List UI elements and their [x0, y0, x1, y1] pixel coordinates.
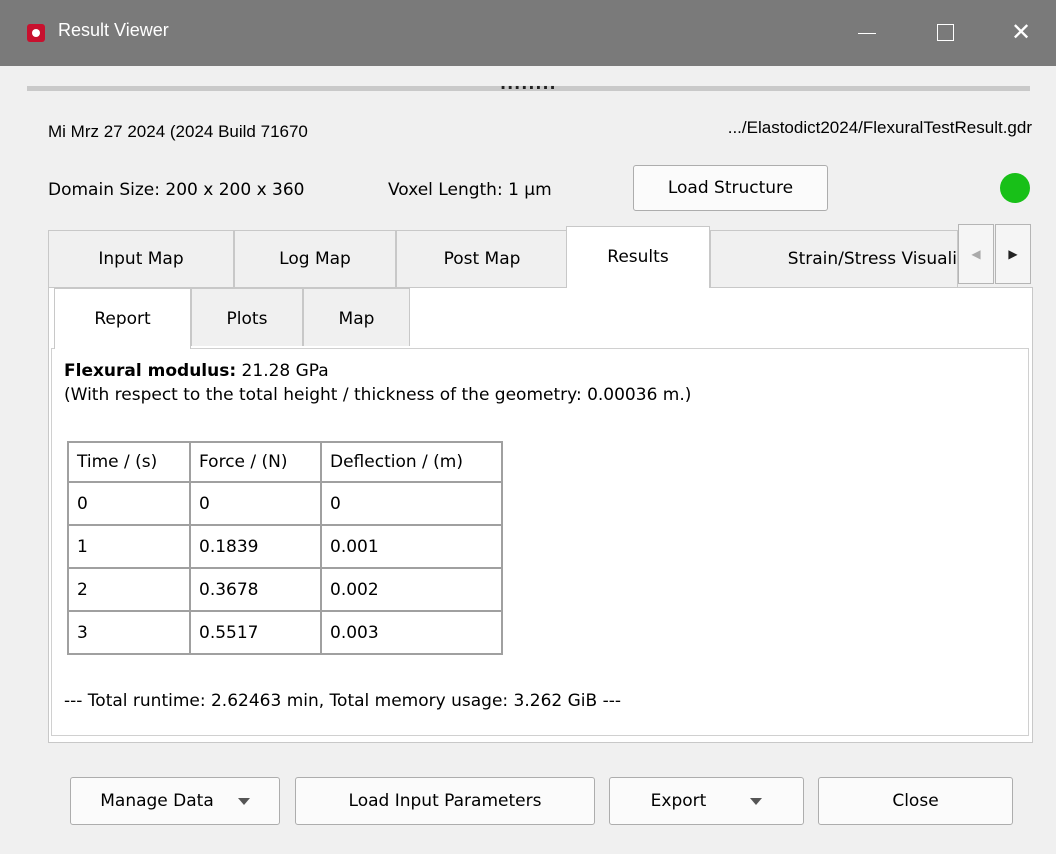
table-row: 3 0.5517 0.003 — [67, 610, 503, 655]
load-input-parameters-button[interactable]: Load Input Parameters — [295, 777, 595, 825]
modulus-label: Flexural modulus: — [64, 361, 237, 381]
file-path-label: .../Elastodict2024/FlexuralTestResult.gd… — [727, 118, 1032, 137]
column-header: Force / (N) — [189, 441, 322, 483]
table-cell: 0 — [189, 481, 322, 526]
table-cell: 0 — [67, 481, 191, 526]
tab-scroll-right-icon[interactable]: ▶ — [995, 224, 1031, 284]
table-row: 2 0.3678 0.002 — [67, 567, 503, 612]
export-button[interactable]: Export — [609, 777, 804, 825]
column-header: Deflection / (m) — [320, 441, 503, 483]
load-structure-button[interactable]: Load Structure — [633, 165, 828, 211]
tab-input-map[interactable]: Input Map — [48, 230, 234, 288]
date-build-label: Mi Mrz 27 2024 (2024 Build 71670 — [48, 122, 308, 141]
domain-size-label: Domain Size: 200 x 200 x 360 — [48, 180, 305, 200]
table-header-row: Time / (s) Force / (N) Deflection / (m) — [67, 441, 503, 483]
manage-data-button[interactable]: Manage Data — [70, 777, 280, 825]
export-label: Export — [650, 791, 707, 811]
app-icon — [27, 24, 45, 42]
column-header: Time / (s) — [67, 441, 191, 483]
tab-scroll-left-icon[interactable]: ◀ — [958, 224, 994, 284]
voxel-length-label: Voxel Length: 1 µm — [388, 180, 552, 200]
table-cell: 0.003 — [320, 610, 503, 655]
tab-post-map[interactable]: Post Map — [396, 230, 568, 288]
chevron-down-icon — [750, 797, 763, 805]
table-cell: 1 — [67, 524, 191, 569]
flexural-modulus: Flexural modulus: 21.28 GPa — [64, 361, 329, 381]
close-icon: ✕ — [1010, 18, 1032, 46]
tab-results[interactable]: Results — [566, 226, 710, 288]
close-button[interactable]: Close — [818, 777, 1013, 825]
maximize-icon — [937, 24, 954, 41]
report-view[interactable]: Flexural modulus: 21.28 GPa (With respec… — [51, 348, 1029, 736]
table-cell: 0.5517 — [189, 610, 322, 655]
minimize-button[interactable] — [832, 0, 902, 66]
subtab-report[interactable]: Report — [54, 288, 191, 349]
close-window-button[interactable]: ✕ — [986, 0, 1056, 66]
modulus-value: 21.28 GPa — [236, 361, 329, 381]
title-bar: Result Viewer ✕ — [0, 0, 1056, 66]
table-cell: 3 — [67, 610, 191, 655]
chevron-down-icon — [237, 797, 250, 805]
maximize-button[interactable] — [910, 0, 980, 66]
tab-scroll-buttons: ◀ ▶ — [958, 224, 1032, 284]
table-cell: 0.1839 — [189, 524, 322, 569]
table-cell: 0.001 — [320, 524, 503, 569]
table-row: 0 0 0 — [67, 481, 503, 526]
table-cell: 0.3678 — [189, 567, 322, 612]
subtab-plots[interactable]: Plots — [191, 288, 303, 346]
table-row: 1 0.1839 0.001 — [67, 524, 503, 569]
manage-data-label: Manage Data — [100, 791, 214, 811]
table-cell: 2 — [67, 567, 191, 612]
subtab-map[interactable]: Map — [303, 288, 410, 346]
minimize-icon — [858, 33, 876, 34]
tab-log-map[interactable]: Log Map — [234, 230, 396, 288]
runtime-summary: --- Total runtime: 2.62463 min, Total me… — [64, 691, 621, 711]
thickness-note: (With respect to the total height / thic… — [64, 385, 692, 405]
main-tab-bar: Input Map Log Map Post Map Results Strai… — [48, 226, 1056, 288]
splitter-handle[interactable]: ........ — [500, 74, 557, 93]
table-cell: 0.002 — [320, 567, 503, 612]
tab-strain-stress[interactable]: Strain/Stress Visuali — [710, 230, 958, 288]
status-indicator — [1000, 173, 1030, 203]
table-cell: 0 — [320, 481, 503, 526]
results-table: Time / (s) Force / (N) Deflection / (m) … — [67, 441, 503, 655]
window-title: Result Viewer — [58, 20, 169, 40]
